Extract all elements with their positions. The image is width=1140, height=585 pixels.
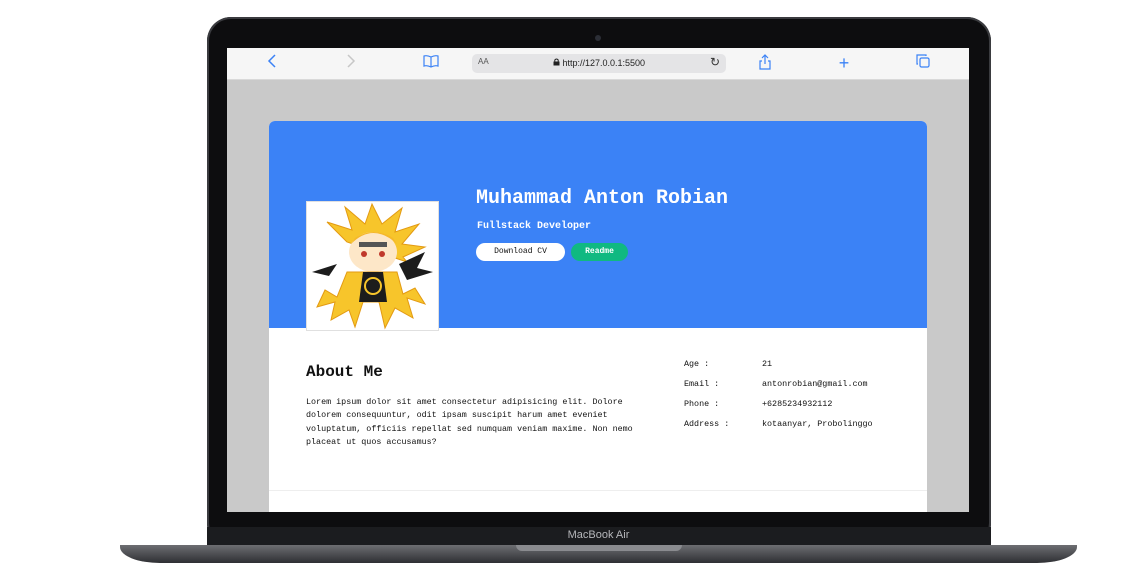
readme-button[interactable]: Readme <box>571 243 628 261</box>
profile-photo <box>306 201 439 331</box>
bookmarks-icon[interactable] <box>422 54 440 72</box>
browser-toolbar: AA http://127.0.0.1:5500 ↻ + <box>227 48 969 80</box>
reload-icon[interactable]: ↻ <box>710 55 720 69</box>
info-row-email: Email : antonrobian@gmail.com <box>684 379 914 399</box>
download-cv-button[interactable]: Download CV <box>476 243 565 261</box>
info-row-age: Age : 21 <box>684 359 914 379</box>
info-value: 21 <box>762 359 773 369</box>
about-text: Lorem ipsum dolor sit amet consectetur a… <box>306 397 633 448</box>
share-icon[interactable] <box>757 54 773 72</box>
profile-name: Muhammad Anton Robian <box>476 187 729 210</box>
profile-header: Muhammad Anton Robian Fullstack Develope… <box>269 121 927 331</box>
new-tab-icon[interactable]: + <box>836 54 852 72</box>
info-row-address: Address : kotaanyar, Probolinggo <box>684 419 914 439</box>
info-label: Address : <box>684 419 730 429</box>
info-value: +6285234932112 <box>762 399 833 409</box>
about-title: About Me <box>306 363 383 381</box>
info-label: Email : <box>684 379 720 389</box>
info-row-phone: Phone : +6285234932112 <box>684 399 914 419</box>
section-divider <box>269 490 927 491</box>
info-label: Age : <box>684 359 710 369</box>
profile-card: Muhammad Anton Robian Fullstack Develope… <box>269 121 927 512</box>
back-icon[interactable] <box>265 54 279 72</box>
info-value: antonrobian@gmail.com <box>762 379 868 389</box>
tabs-icon[interactable] <box>915 54 931 72</box>
screen: AA http://127.0.0.1:5500 ↻ + Muhammad An… <box>227 48 969 512</box>
url-text: http://127.0.0.1:5500 <box>562 58 646 68</box>
laptop-notch <box>516 545 682 551</box>
info-value: kotaanyar, Probolinggo <box>762 419 873 429</box>
device-label: MacBook Air <box>567 529 630 541</box>
info-list: Age : 21 Email : antonrobian@gmail.com P… <box>684 359 914 439</box>
camera-icon <box>595 35 601 41</box>
forward-icon[interactable] <box>344 54 358 72</box>
profile-role: Fullstack Developer <box>477 221 592 232</box>
info-label: Phone : <box>684 399 720 409</box>
address-bar[interactable]: AA http://127.0.0.1:5500 ↻ <box>472 54 726 73</box>
